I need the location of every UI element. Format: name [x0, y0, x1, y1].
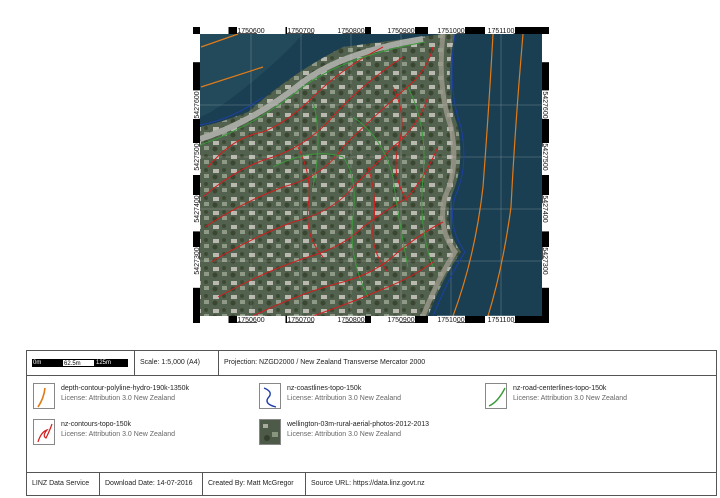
red-line-icon — [33, 419, 55, 445]
scale-bar: 0m 62.5m 125m — [32, 359, 128, 367]
green-line-icon — [485, 383, 507, 409]
legend-item-depth-contours: depth-contour-polyline-hydro-190k-1350k … — [33, 383, 253, 413]
scale-bar-cell: 0m 62.5m 125m — [27, 351, 135, 375]
x-tick-label: 1751000 — [437, 28, 464, 35]
legend-name: wellington-03m-rural-aerial-photos-2012-… — [287, 421, 430, 428]
source-url[interactable]: Source URL: https://data.linz.govt.nz — [306, 473, 718, 495]
legend-license: License: Attribution 3.0 New Zealand — [61, 395, 176, 402]
legend-license: License: Attribution 3.0 New Zealand — [287, 431, 402, 438]
scale-bar-label-mid: 62.5m — [62, 359, 95, 367]
download-date: Download Date: 14-07-2016 — [100, 473, 203, 495]
legend-name: nz-contours-topo-150k — [61, 421, 132, 428]
legend-panel: 0m 62.5m 125m Scale: 1:5,000 (A4) Projec… — [26, 350, 717, 496]
legend-item-aerial-photos: wellington-03m-rural-aerial-photos-2012-… — [259, 419, 499, 449]
legend-license: License: Attribution 3.0 New Zealand — [61, 431, 176, 438]
x-tick-label: 1750900 — [387, 28, 414, 35]
x-tick-label: 1750700 — [287, 317, 314, 323]
legend-item-contours: nz-contours-topo-150k License: Attributi… — [33, 419, 253, 449]
scale-bar-label-start: 0m — [32, 359, 62, 367]
border-segment — [200, 316, 229, 323]
legend-name: nz-road-centerlines-topo-150k — [513, 385, 607, 392]
y-tick-label: 5427600 — [541, 91, 548, 118]
x-tick-label: 1751000 — [437, 317, 464, 323]
border-segment — [193, 34, 200, 63]
x-tick-label: 1750800 — [337, 28, 364, 35]
x-tick-label: 1750600 — [237, 317, 264, 323]
y-tick-label: 5427300 — [541, 247, 548, 274]
scale-bar-label-end: 125m — [95, 359, 128, 367]
projection-text: Projection: NZGD2000 / New Zealand Trans… — [224, 359, 426, 366]
x-tick-label: 1750900 — [387, 317, 414, 323]
x-tick-label: 1751100 — [488, 28, 515, 35]
created-by: Created By: Matt McGregor — [203, 473, 306, 495]
y-tick-label: 5427500 — [541, 143, 548, 170]
map-frame[interactable]: 1750600 1750600 1750700 1750700 1750800 17508… — [193, 27, 549, 323]
footer-row: LINZ Data Service Download Date: 14-07-2… — [27, 472, 716, 495]
legend-license: License: Attribution 3.0 New Zealand — [287, 395, 402, 402]
scale-text: Scale: 1:5,000 (A4) — [135, 351, 219, 375]
legend-item-coastlines: nz-coastlines-topo-150k License: Attribu… — [259, 383, 479, 413]
map-canvas[interactable]: 1750600 1750600 1750700 1750700 1750800 17508… — [193, 27, 549, 323]
legend-name: depth-contour-polyline-hydro-190k-1350k — [61, 385, 190, 392]
y-tick-label: 5427300 — [194, 247, 201, 274]
legend-name: nz-coastlines-topo-150k — [287, 385, 362, 392]
legend-header-row: 0m 62.5m 125m Scale: 1:5,000 (A4) Projec… — [27, 351, 716, 376]
border-segment — [542, 34, 549, 63]
orange-line-icon — [33, 383, 55, 409]
blue-line-icon — [259, 383, 281, 409]
service-name: LINZ Data Service — [27, 473, 100, 495]
x-tick-label: 1751100 — [488, 317, 515, 323]
x-tick-label: 1750800 — [337, 317, 364, 323]
y-tick-label: 5427400 — [541, 195, 548, 222]
x-tick-label: 1750700 — [287, 28, 314, 35]
border-segment — [200, 27, 229, 34]
y-tick-label: 5427400 — [194, 195, 201, 222]
x-tick-label: 1750600 — [237, 28, 264, 35]
y-tick-label: 5427500 — [194, 143, 201, 170]
aerial-photo-icon — [259, 419, 281, 445]
legend-item-road-centerlines: nz-road-centerlines-topo-150k License: A… — [485, 383, 705, 413]
y-tick-label: 5427600 — [194, 91, 201, 118]
legend-license: License: Attribution 3.0 New Zealand — [513, 395, 628, 402]
